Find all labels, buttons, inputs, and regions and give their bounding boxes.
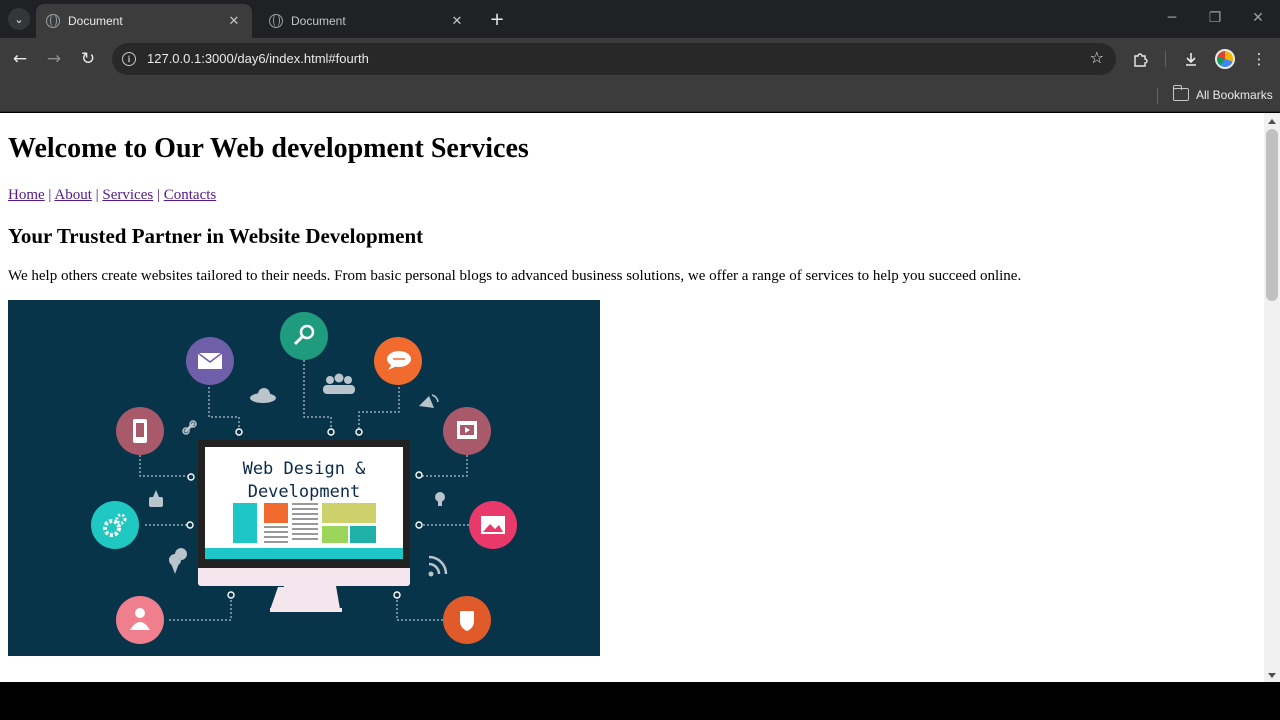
browser-toolbar: ← → ↻ i 127.0.0.1:3000/day6/index.html#f… xyxy=(0,38,1280,80)
toolbar-divider xyxy=(1165,51,1166,67)
nav-link-services[interactable]: Services xyxy=(102,187,153,203)
close-tab-icon[interactable]: ✕ xyxy=(449,13,465,29)
page-viewport: Welcome to Our Web development Services … xyxy=(0,113,1264,682)
chat-icon xyxy=(374,337,422,385)
user-icon xyxy=(116,596,164,644)
globe-icon xyxy=(46,14,60,28)
tab-title: Document xyxy=(291,14,346,28)
gears-icon xyxy=(91,501,139,549)
hero-caption-line1: Web Design & xyxy=(243,459,367,479)
thumbs-up-icon xyxy=(149,490,163,507)
tab-document[interactable]: Document ✕ xyxy=(259,4,475,38)
video-icon xyxy=(443,407,491,455)
minimize-button[interactable]: ─ xyxy=(1152,6,1192,30)
menu-kebab-icon[interactable]: ⋮ xyxy=(1247,47,1271,71)
url-text: 127.0.0.1:3000/day6/index.html#fourth xyxy=(147,51,369,66)
bulb-icon xyxy=(435,492,445,506)
mail-icon xyxy=(186,337,234,385)
reload-button[interactable]: ↻ xyxy=(76,47,100,71)
chevron-down-icon: ⌄ xyxy=(14,12,24,26)
profile-avatar[interactable] xyxy=(1215,49,1235,69)
site-nav: Home | About | Services | Contacts xyxy=(8,187,216,204)
search-icon xyxy=(280,312,328,360)
address-bar[interactable]: i 127.0.0.1:3000/day6/index.html#fourth … xyxy=(112,43,1116,75)
satellite-icon xyxy=(419,394,439,408)
monitor-illustration: Web Design & Development xyxy=(198,440,410,612)
globe-icon xyxy=(269,14,283,28)
extensions-icon[interactable] xyxy=(1129,47,1153,71)
cloud-icon xyxy=(250,388,276,403)
tab-document-active[interactable]: Document ✕ xyxy=(36,4,252,38)
page-title: Welcome to Our Web development Services xyxy=(8,133,529,164)
location-pin-icon xyxy=(169,548,187,574)
restore-button[interactable]: ❐ xyxy=(1195,6,1235,30)
download-icon[interactable] xyxy=(1179,47,1203,71)
tab-search-button[interactable]: ⌄ xyxy=(8,8,30,30)
close-window-button[interactable]: ✕ xyxy=(1238,6,1278,30)
page-subtitle: Your Trusted Partner in Website Developm… xyxy=(8,224,424,248)
nav-separator: | xyxy=(156,187,160,203)
screen-bottom-bar xyxy=(0,682,1280,720)
shield-icon xyxy=(443,596,491,644)
tab-title: Document xyxy=(68,14,123,28)
nav-link-home[interactable]: Home xyxy=(8,187,45,203)
link-icon xyxy=(182,420,197,435)
scroll-down-arrow-icon[interactable] xyxy=(1268,673,1276,678)
tab-strip: ⌄ Document ✕ Document ✕ + ─ ❐ ✕ xyxy=(0,0,1280,38)
forward-button[interactable]: → xyxy=(42,47,66,71)
nav-separator: | xyxy=(95,187,99,203)
close-tab-icon[interactable]: ✕ xyxy=(226,13,242,29)
image-icon xyxy=(469,501,517,549)
bookmark-star-icon[interactable]: ☆ xyxy=(1090,48,1104,67)
back-button[interactable]: ← xyxy=(8,47,32,71)
new-tab-button[interactable]: + xyxy=(486,8,508,30)
bookmarks-divider xyxy=(1157,88,1158,104)
bookmarks-bar: All Bookmarks xyxy=(0,80,1280,112)
nav-link-contacts[interactable]: Contacts xyxy=(164,187,217,203)
intro-paragraph: We help others create websites tailored … xyxy=(8,268,1022,284)
hero-image: Web Design & Development xyxy=(8,300,600,656)
hero-caption-line2: Development xyxy=(248,482,361,502)
site-info-icon[interactable]: i xyxy=(122,52,136,66)
scrollbar-thumb[interactable] xyxy=(1266,129,1278,301)
all-bookmarks-link[interactable]: All Bookmarks xyxy=(1196,88,1273,102)
rss-icon xyxy=(428,555,448,577)
folder-icon[interactable] xyxy=(1172,85,1189,101)
users-icon xyxy=(323,373,355,394)
vertical-scrollbar[interactable] xyxy=(1264,113,1280,682)
nav-link-about[interactable]: About xyxy=(54,187,92,203)
phone-icon xyxy=(116,407,164,455)
nav-separator: | xyxy=(48,187,52,203)
scroll-up-arrow-icon[interactable] xyxy=(1268,119,1276,124)
